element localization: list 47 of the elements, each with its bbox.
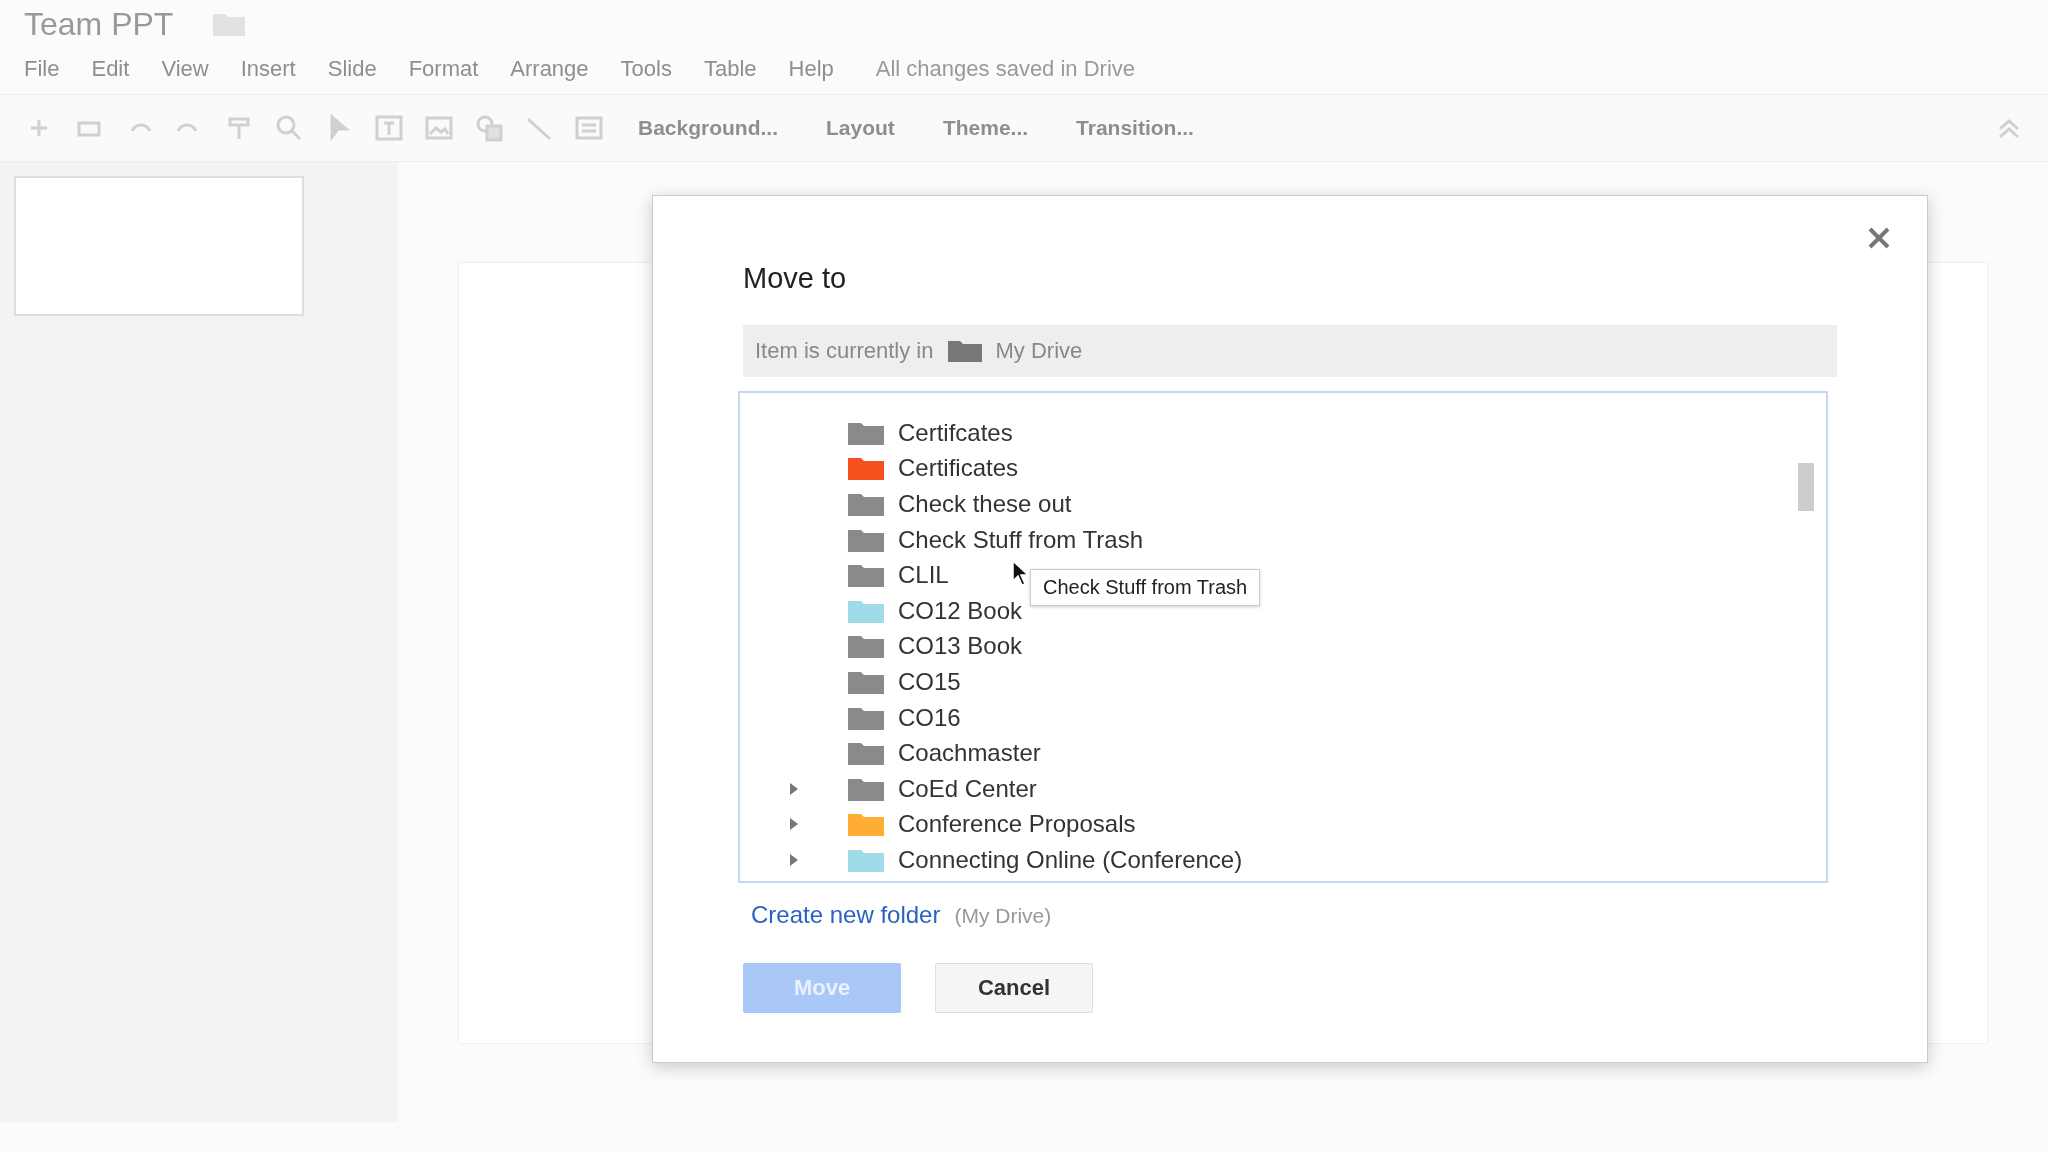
save-status: All changes saved in Drive bbox=[875, 56, 1136, 82]
folder-name[interactable]: Conference Proposals bbox=[898, 810, 1136, 839]
folder-name[interactable]: CO15 bbox=[898, 667, 961, 696]
toolbar-button[interactable]: Transition... bbox=[1062, 116, 1208, 140]
menu-item[interactable]: Help bbox=[788, 56, 834, 82]
folder-name[interactable]: CoEd Center bbox=[898, 774, 1037, 803]
folder-name[interactable]: Certifcates bbox=[898, 418, 1013, 447]
toolbar-button[interactable]: Background... bbox=[624, 116, 793, 140]
cancel-button[interactable]: Cancel bbox=[935, 963, 1093, 1013]
text-box-icon[interactable] bbox=[374, 113, 404, 143]
folder-name[interactable]: Coachmaster bbox=[898, 739, 1041, 768]
zoom-icon[interactable] bbox=[274, 113, 304, 143]
menu-item[interactable]: View bbox=[161, 56, 209, 82]
expand-arrow-icon[interactable] bbox=[790, 818, 798, 831]
location-label: Item is currently in bbox=[755, 338, 934, 364]
close-icon[interactable] bbox=[1867, 226, 1891, 250]
tooltip: Check Stuff from Trash bbox=[1030, 569, 1261, 606]
menu-item[interactable]: Tools bbox=[620, 56, 672, 82]
folder-name[interactable]: CLIL bbox=[898, 561, 949, 590]
toolbar-button[interactable]: Theme... bbox=[928, 116, 1043, 140]
create-folder-link[interactable]: Create new folder bbox=[751, 901, 941, 929]
folder-name[interactable]: CO16 bbox=[898, 703, 961, 732]
folder-name[interactable]: CO13 Book bbox=[898, 632, 1023, 661]
folder-icon[interactable] bbox=[213, 12, 246, 36]
document-title[interactable]: Team PPT bbox=[24, 5, 174, 43]
menu-item[interactable]: Table bbox=[703, 56, 757, 82]
folder-icon bbox=[947, 340, 982, 362]
toolbar-button[interactable]: Layout bbox=[812, 116, 909, 140]
dialog-title: Move to bbox=[743, 262, 847, 295]
slide-thumbnail[interactable] bbox=[14, 176, 304, 316]
folder-name[interactable]: Certificates bbox=[898, 454, 1019, 483]
menu-item[interactable]: Format bbox=[408, 56, 479, 82]
folder-name[interactable]: Check Stuff from Trash bbox=[898, 525, 1143, 554]
menu-item[interactable]: Arrange bbox=[510, 56, 589, 82]
folder-name[interactable]: CO12 Book bbox=[898, 596, 1023, 625]
expand-arrow-icon[interactable] bbox=[790, 853, 798, 866]
folder-name[interactable]: Check these out bbox=[898, 490, 1072, 518]
expand-arrow-icon[interactable] bbox=[790, 782, 798, 795]
location-name: My Drive bbox=[995, 338, 1083, 364]
scrollbar-thumb[interactable] bbox=[1798, 463, 1814, 511]
menu-item[interactable]: Edit bbox=[91, 56, 130, 82]
menu-item[interactable]: Slide bbox=[327, 56, 377, 82]
create-folder-hint: (My Drive) bbox=[954, 904, 1052, 928]
shape-icon[interactable] bbox=[474, 113, 504, 143]
menu-item[interactable]: Insert bbox=[240, 56, 296, 82]
menu-item[interactable]: File bbox=[24, 56, 60, 82]
folder-name[interactable]: Connecting Online (Conference) bbox=[898, 845, 1243, 874]
